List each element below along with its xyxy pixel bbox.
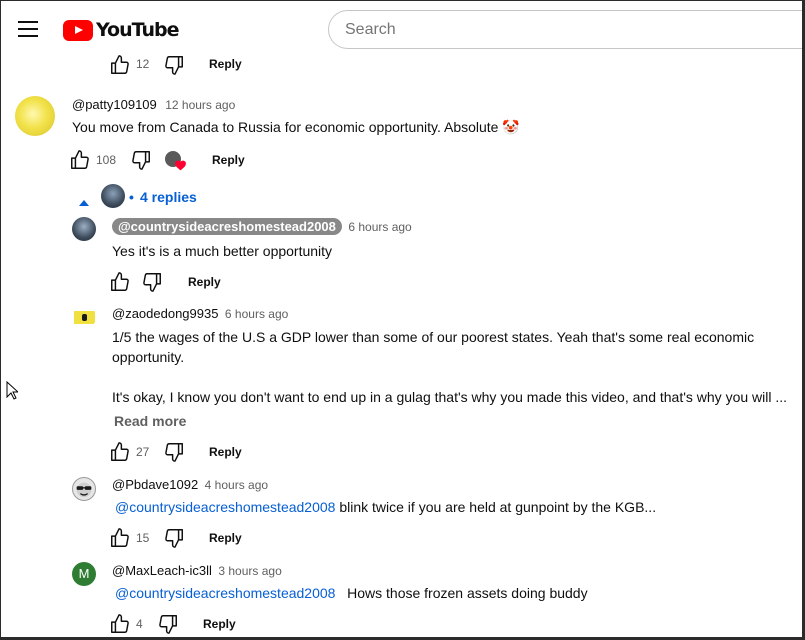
like-icon[interactable] — [109, 613, 131, 635]
reply-button[interactable]: Reply — [203, 615, 236, 633]
dislike-icon[interactable] — [163, 54, 185, 76]
dislike-icon[interactable] — [141, 271, 163, 293]
like-count: 4 — [136, 617, 143, 631]
reply-header: @zaodedong9935 6 hours ago — [112, 305, 288, 323]
dislike-icon[interactable] — [157, 613, 179, 635]
dislike-icon[interactable] — [163, 527, 185, 549]
like-icon[interactable] — [109, 271, 131, 293]
comment-text-body: You move from Canada to Russia for econo… — [72, 119, 499, 135]
reply-header: @Pbdave1092 4 hours ago — [112, 476, 268, 494]
reply-author[interactable]: @zaodedong9935 — [112, 306, 218, 321]
comment-text: You move from Canada to Russia for econo… — [72, 117, 520, 137]
creator-heart-icon — [165, 151, 187, 173]
reply-time[interactable]: 6 hours ago — [348, 220, 411, 234]
clown-emoji: 🤡 — [502, 119, 520, 135]
hamburger-menu-icon[interactable] — [18, 21, 38, 37]
like-icon[interactable] — [109, 527, 131, 549]
reply-time[interactable]: 4 hours ago — [205, 478, 268, 492]
replies-dot: • — [129, 189, 134, 205]
mention-link[interactable]: @countrysideacreshomestead2008 — [115, 585, 335, 601]
comment-header: @patty109109 12 hours ago — [72, 96, 235, 114]
dislike-icon[interactable] — [163, 441, 185, 463]
reply-text-line-3: It's okay, I know you don't want to end … — [112, 389, 788, 405]
reply-text: @countrysideacreshomestead2008 Hows thos… — [115, 583, 588, 603]
like-count: 15 — [136, 531, 150, 545]
replies-toggle[interactable]: 4 replies — [140, 187, 197, 207]
avatar[interactable] — [72, 305, 96, 329]
reply-text-body: Hows those frozen assets doing buddy — [335, 585, 588, 601]
reply-time[interactable]: 6 hours ago — [225, 307, 288, 321]
read-more-button[interactable]: Read more — [114, 411, 186, 431]
creator-avatar — [101, 184, 125, 208]
comment-time[interactable]: 12 hours ago — [165, 98, 235, 112]
reply-header: @MaxLeach-ic3ll 3 hours ago — [112, 562, 282, 580]
avatar[interactable] — [72, 217, 96, 241]
logo-text: YouTube — [96, 19, 179, 41]
mention-link[interactable]: @countrysideacreshomestead2008 — [115, 499, 335, 515]
reply-header: @countrysideacreshomestead2008 6 hours a… — [112, 218, 412, 236]
avatar[interactable]: M — [72, 562, 96, 586]
reply-button[interactable]: Reply — [188, 273, 221, 291]
top-bar: YouTube — [1, 1, 802, 59]
youtube-play-icon — [63, 19, 93, 41]
reply-text-line-2: opportunity. — [112, 349, 185, 365]
reply-button[interactable]: Reply — [209, 529, 242, 547]
reply-text-body: blink twice if you are held at gunpoint … — [335, 499, 657, 515]
creator-author-chip[interactable]: @countrysideacreshomestead2008 — [112, 218, 342, 235]
reply-button[interactable]: Reply — [212, 151, 245, 169]
avatar[interactable] — [72, 477, 96, 501]
like-count: 27 — [136, 445, 150, 459]
reply-button[interactable]: Reply — [209, 55, 242, 73]
search-input[interactable] — [328, 10, 802, 49]
like-icon[interactable] — [69, 149, 91, 171]
like-icon[interactable] — [109, 441, 131, 463]
reply-text: Yes it's is a much better opportunity — [112, 243, 333, 259]
like-icon[interactable] — [109, 54, 131, 76]
reply-author[interactable]: @Pbdave1092 — [112, 477, 198, 492]
mouse-cursor-icon — [6, 380, 20, 405]
reply-time[interactable]: 3 hours ago — [218, 564, 281, 578]
browser-frame: YouTube 12 Reply @patty109109 12 hours a… — [0, 0, 805, 640]
reply-text: @countrysideacreshomestead2008 blink twi… — [115, 497, 656, 517]
dislike-icon[interactable] — [130, 149, 152, 171]
reply-author[interactable]: @MaxLeach-ic3ll — [112, 563, 212, 578]
like-count: 12 — [136, 57, 150, 71]
avatar[interactable] — [15, 96, 55, 136]
reply-text-line-1: 1/5 the wages of the U.S a GDP lower tha… — [112, 329, 755, 345]
collapse-replies-icon[interactable] — [79, 194, 89, 212]
like-count: 108 — [96, 153, 117, 167]
comment-author[interactable]: @patty109109 — [72, 97, 157, 112]
reply-button[interactable]: Reply — [209, 443, 242, 461]
youtube-logo[interactable]: YouTube — [63, 19, 179, 41]
